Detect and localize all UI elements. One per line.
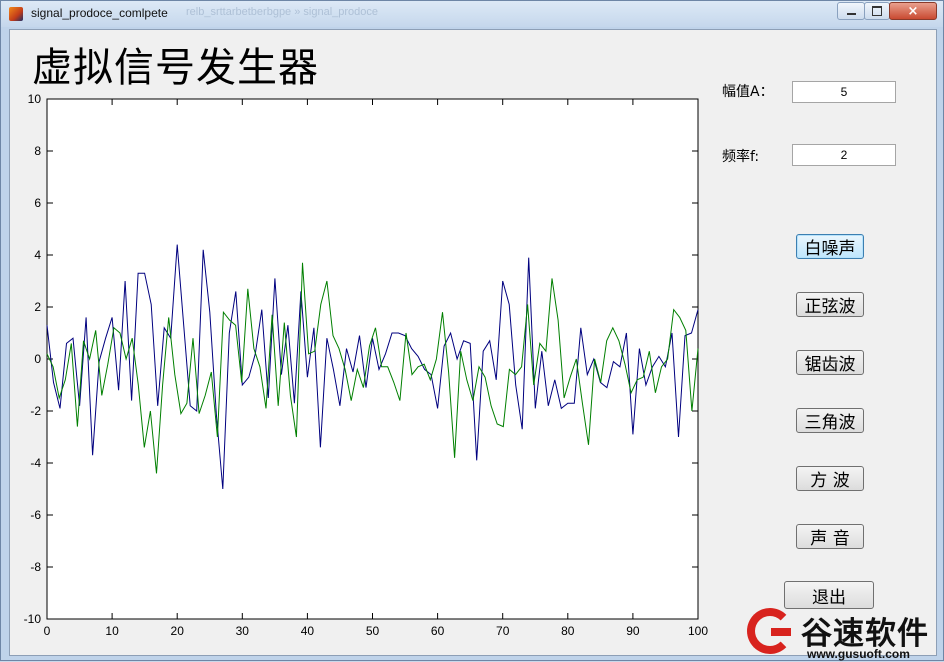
triangle-wave-button[interactable]: 三角波 bbox=[796, 408, 864, 433]
y-tick-label: 4 bbox=[34, 248, 41, 262]
square-wave-button[interactable]: 方 波 bbox=[796, 466, 864, 491]
maximize-icon bbox=[872, 6, 882, 16]
close-button[interactable]: × bbox=[889, 2, 937, 20]
y-tick-label: 0 bbox=[34, 352, 41, 366]
y-tick-label: -4 bbox=[30, 456, 41, 470]
x-tick-label: 80 bbox=[561, 624, 575, 638]
y-tick-label: 10 bbox=[28, 92, 42, 106]
matlab-icon bbox=[9, 7, 23, 21]
x-tick-label: 0 bbox=[44, 624, 51, 638]
y-tick-label: -8 bbox=[30, 560, 41, 574]
x-tick-label: 90 bbox=[626, 624, 640, 638]
y-tick-label: -10 bbox=[24, 612, 42, 626]
x-tick-label: 10 bbox=[105, 624, 119, 638]
close-icon: × bbox=[907, 3, 919, 19]
application-window: signal_prodoce_comlpete relb_srttarbetbe… bbox=[0, 0, 944, 661]
sine-wave-button[interactable]: 正弦波 bbox=[796, 292, 864, 317]
watermark-url: www.gusuoft.com bbox=[807, 647, 910, 661]
minimize-icon bbox=[846, 13, 856, 15]
watermark: 谷速软件 www.gusuoft.com bbox=[741, 604, 944, 662]
gusu-logo-bar bbox=[771, 628, 791, 636]
y-tick-label: 2 bbox=[34, 300, 41, 314]
frequency-label: 频率f: bbox=[722, 149, 760, 165]
x-tick-label: 60 bbox=[431, 624, 445, 638]
amplitude-label: 幅值A： bbox=[722, 84, 774, 100]
x-tick-label: 40 bbox=[301, 624, 315, 638]
y-tick-label: -6 bbox=[30, 508, 41, 522]
y-tick-label: -2 bbox=[30, 404, 41, 418]
frequency-input[interactable] bbox=[792, 144, 896, 166]
sawtooth-wave-button[interactable]: 锯齿波 bbox=[796, 350, 864, 375]
title-bar[interactable]: signal_prodoce_comlpete relb_srttarbetbe… bbox=[1, 1, 943, 27]
x-tick-label: 50 bbox=[366, 624, 380, 638]
background-window-title: relb_srttarbetberbgpe » signal_prodoce bbox=[186, 6, 379, 18]
x-tick-label: 20 bbox=[171, 624, 185, 638]
minimize-button[interactable] bbox=[837, 2, 865, 20]
plot-axes-box bbox=[46, 98, 699, 620]
y-tick-label: 6 bbox=[34, 196, 41, 210]
figure-area: 虚拟信号发生器 0 10 20 30 40 50 60 70 80 90 100 10 8 6 4 2 0 -2-… bbox=[9, 29, 937, 656]
x-tick-label: 100 bbox=[688, 624, 708, 638]
sound-button[interactable]: 声 音 bbox=[796, 524, 864, 549]
maximize-button[interactable] bbox=[864, 2, 890, 20]
x-tick-label: 30 bbox=[236, 624, 250, 638]
y-tick-label: 8 bbox=[34, 144, 41, 158]
amplitude-input[interactable] bbox=[792, 81, 896, 103]
x-tick-label: 70 bbox=[496, 624, 510, 638]
window-title: signal_prodoce_comlpete bbox=[31, 6, 168, 20]
white-noise-button[interactable]: 白噪声 bbox=[796, 234, 864, 259]
signal-plot: 0 10 20 30 40 50 60 70 80 90 1001086420-2-4-6-8-10 bbox=[24, 92, 709, 638]
